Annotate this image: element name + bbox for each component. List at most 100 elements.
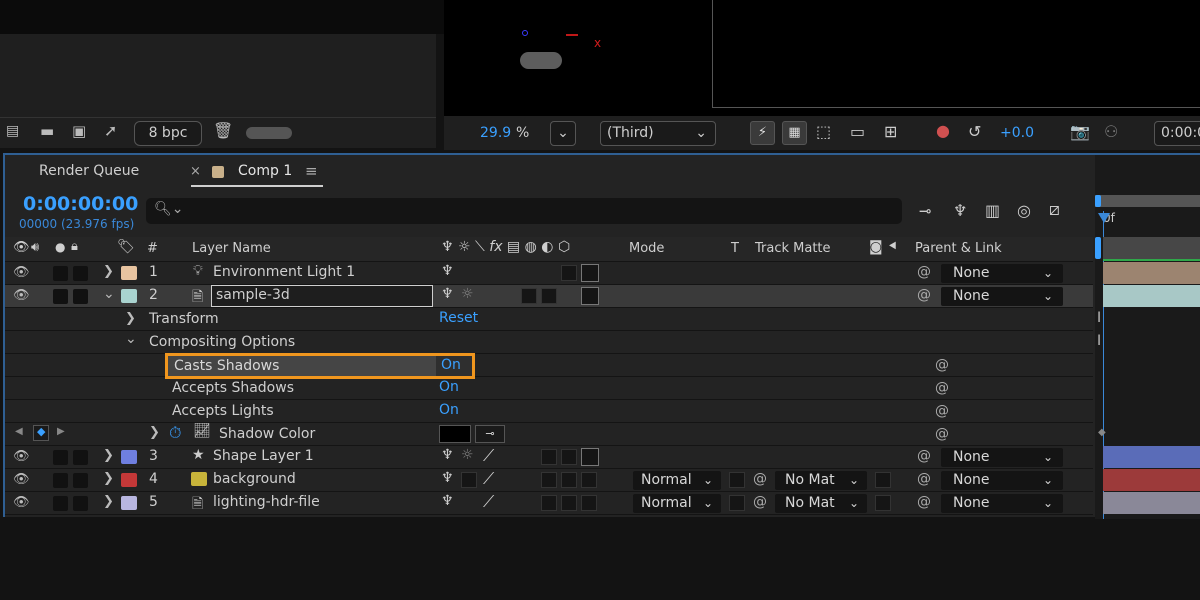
quality-switch-icon[interactable]: ⟋ [483,469,494,489]
scroll-handle[interactable] [246,127,292,139]
blend-mode-dropdown[interactable]: Normal ⌄ [633,494,721,513]
new-folder-icon[interactable]: ▬ [40,122,54,140]
audio-switch-icon[interactable]: 🔊︎ [31,240,39,255]
label-color-swatch[interactable] [121,289,137,303]
parent-dropdown[interactable]: None ⌄ [941,264,1063,283]
keyframe-diamond-icon[interactable]: ◆ [1098,427,1106,438]
accepts-lights-value[interactable]: On [439,402,459,418]
label-color-swatch[interactable] [121,496,137,510]
eye-icon[interactable]: 👁︎ [13,495,30,510]
chevron-right-icon[interactable]: ❯ [103,471,114,486]
graph-icon[interactable]: 📈︎ [193,423,211,439]
layer-name[interactable]: Environment Light 1 [213,264,355,280]
work-area-start-handle[interactable] [1095,195,1101,207]
matte-pick-whip-icon[interactable]: @ [753,471,767,487]
layer-search-input[interactable]: 🔍︎⌄ [146,198,902,224]
layer-duration-bar-2[interactable] [1103,285,1200,307]
close-tab-icon[interactable]: × [190,164,201,179]
grid-guides-icon[interactable]: ⊞ [884,122,897,141]
layer-duration-bar-1[interactable] [1103,262,1200,284]
solo-box[interactable] [53,289,68,304]
lock-box[interactable] [73,473,88,488]
keyframe-toggle-icon[interactable]: ◆ [33,425,49,441]
zoom-value[interactable]: 29.9 [480,125,511,141]
column-mode[interactable]: Mode [629,241,664,256]
video-switch-icon[interactable]: 👁︎ [13,240,30,255]
parent-dropdown[interactable]: None ⌄ [941,471,1063,490]
pick-whip-icon[interactable]: @ [917,471,931,487]
column-parent-link[interactable]: Parent & Link [915,241,1002,256]
matte-invert-box[interactable] [875,495,891,511]
solo-box[interactable] [53,496,68,511]
pick-whip-icon[interactable]: @ [917,448,931,464]
expression-icon[interactable]: @ [935,426,949,442]
3d-layer-switch-icon[interactable] [581,264,599,282]
transform-reset-link[interactable]: Reset [439,310,478,326]
shy-switch-icon[interactable]: ♆ [441,286,454,302]
time-graph[interactable]: 0f I I ◆ [1095,155,1200,519]
pick-whip-icon[interactable]: @ [917,264,931,280]
switch-box[interactable] [581,472,597,488]
column-layer-name[interactable]: Layer Name [192,241,271,256]
mask-path-icon[interactable]: ⬚ [816,122,831,141]
next-keyframe-icon[interactable]: ▶ [57,426,65,437]
playhead-head[interactable] [1098,213,1110,223]
chevron-right-icon[interactable]: ❯ [103,494,114,509]
expression-icon[interactable]: @ [935,380,949,396]
transparency-grid-icon[interactable]: ▦ [782,121,807,145]
tab-menu-icon[interactable]: ≡ [305,162,318,180]
switch-box[interactable] [521,288,537,304]
3d-layer-switch-icon[interactable] [581,448,599,466]
label-color-swatch[interactable] [121,266,137,280]
layer-duration-bar-4[interactable] [1103,469,1200,491]
quality-switch-icon[interactable]: ⟋ [483,446,494,466]
parent-dropdown[interactable]: None ⌄ [941,287,1063,306]
matte-pick-whip-icon[interactable]: @ [753,494,767,510]
show-snapshot-icon[interactable]: ⚇ [1104,122,1118,141]
current-time-field[interactable]: 0:00:0 [1154,121,1200,146]
layer-duration-bar-5[interactable] [1103,492,1200,514]
trash-icon[interactable]: 🗑 [213,121,233,140]
stopwatch-icon[interactable]: ⏱︎ [169,423,181,443]
label-color-swatch[interactable] [121,450,137,464]
layer-name[interactable]: background [213,471,296,487]
3d-layer-switch-icon[interactable] [581,287,599,305]
eye-icon[interactable]: 👁︎ [13,449,30,464]
layer-name[interactable]: lighting-hdr-file [213,494,320,510]
switch-box[interactable] [541,288,557,304]
graph-editor-icon[interactable]: ⧄ [1049,200,1060,220]
blend-mode-dropdown[interactable]: Normal ⌄ [633,471,721,490]
layer-name-edit-field[interactable]: sample-3d [211,285,433,307]
fast-preview-icon[interactable]: ⚡ [750,121,775,145]
compositing-options-group[interactable]: Compositing Options [149,334,295,350]
layer-row[interactable]: 👁︎ ❯ 5 🗎 lighting-hdr-file ♆ ⟋ Normal ⌄ @… [5,492,1093,514]
region-of-interest-icon[interactable]: ▭ [850,122,865,141]
expression-icon[interactable]: @ [935,403,949,419]
matte-invert-box[interactable] [875,472,891,488]
interpret-footage-icon[interactable]: ▤ [6,123,19,139]
layer-duration-bar-3[interactable] [1103,446,1200,468]
shy-switch-icon[interactable]: ♆ [441,447,454,463]
switch-box[interactable] [461,472,477,488]
eye-icon[interactable]: 👁︎ [13,288,30,303]
preserve-transparency-box[interactable] [729,472,745,488]
track-matte-dropdown[interactable]: No Mat ⌄ [775,494,867,513]
draft-3d-icon[interactable]: ⊸ [919,202,932,220]
frame-blend-icon[interactable]: ▥ [985,201,1000,220]
shy-icon[interactable]: ♆ [953,201,967,220]
switch-box[interactable] [541,472,557,488]
casts-shadows-value[interactable]: On [441,357,461,373]
casts-shadows-row[interactable]: Casts Shadows On [165,353,475,379]
lock-box[interactable] [73,496,88,511]
column-track-matte[interactable]: Track Matte [755,241,831,256]
chevron-right-icon[interactable]: ❯ [103,264,114,279]
chevron-down-icon[interactable]: ⌄ [103,286,115,302]
chevron-right-icon[interactable]: ❯ [125,311,136,326]
quality-switch-icon[interactable]: ⟋ [483,492,494,512]
tab-comp-1[interactable]: Comp 1 [238,163,292,179]
switch-box[interactable] [561,265,577,281]
eye-icon[interactable]: 👁︎ [13,265,30,280]
switch-box[interactable] [561,495,577,511]
parent-dropdown[interactable]: None ⌄ [941,494,1063,513]
shadow-color-swatch[interactable] [439,425,471,443]
